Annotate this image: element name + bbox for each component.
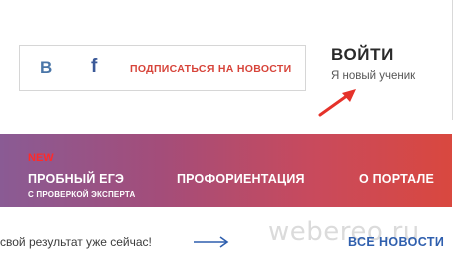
- promo-text: свой результат уже сейчас!: [0, 235, 152, 249]
- nav-item-trial-ege-sublabel[interactable]: С ПРОВЕРКОЙ ЭКСПЕРТА: [28, 190, 135, 200]
- all-news-link[interactable]: ВСЕ НОВОСТИ: [348, 235, 444, 250]
- nav-item-about-portal[interactable]: О ПОРТАЛЕ: [359, 172, 434, 187]
- nav-item-career-guidance[interactable]: ПРОФОРИЕНТАЦИЯ: [177, 172, 305, 187]
- new-student-link[interactable]: Я новый ученик: [331, 69, 415, 83]
- main-nav: NEW ПРОБНЫЙ ЕГЭ С ПРОВЕРКОЙ ЭКСПЕРТА ПРО…: [0, 134, 452, 207]
- login-link[interactable]: ВОЙТИ: [331, 45, 394, 65]
- new-badge: NEW: [28, 152, 54, 164]
- social-box: B f ПОДПИСАТЬСЯ НА НОВОСТИ: [19, 45, 306, 91]
- arrow-right-icon: [194, 236, 229, 248]
- vk-icon[interactable]: B: [40, 58, 52, 78]
- red-arrow-icon: [318, 89, 356, 117]
- facebook-icon[interactable]: f: [91, 56, 97, 78]
- nav-item-trial-ege[interactable]: ПРОБНЫЙ ЕГЭ: [28, 172, 124, 187]
- subscribe-news-link[interactable]: ПОДПИСАТЬСЯ НА НОВОСТИ: [130, 62, 291, 76]
